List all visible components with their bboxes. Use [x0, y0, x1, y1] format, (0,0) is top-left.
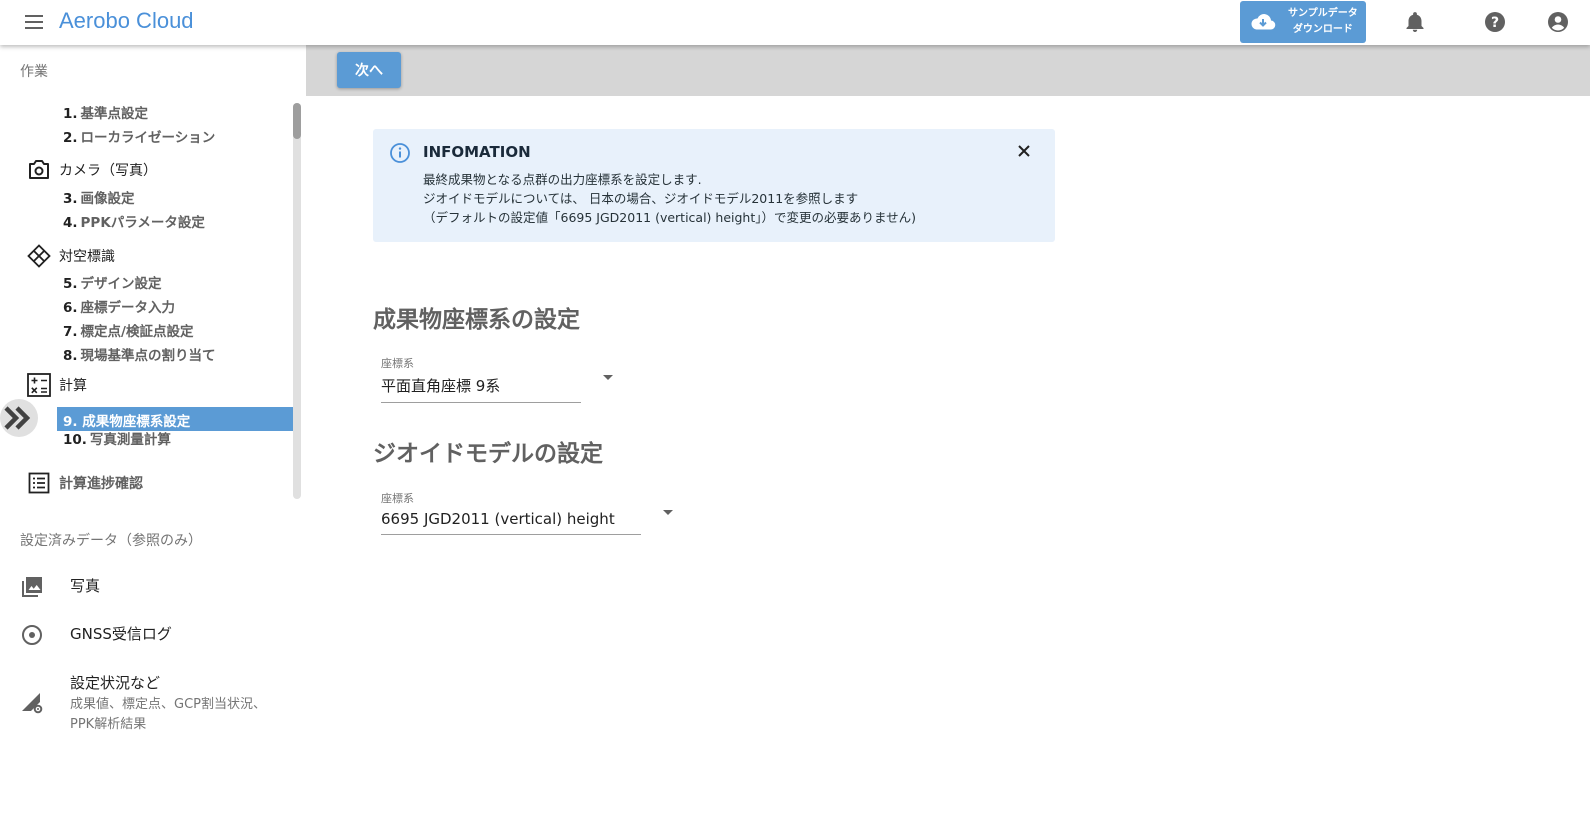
sidebar-scroll-track[interactable]	[293, 103, 301, 499]
sample-data-download-button[interactable]: サンプルデータ ダウンロード	[1240, 1, 1366, 43]
info-line-3: （デフォルトの設定値「6695 JGD2011 (vertical) heigh…	[423, 210, 916, 225]
geoid-field-label: 座標系	[381, 492, 414, 505]
step-design-settings[interactable]: 5. デザイン設定	[63, 272, 162, 292]
dropdown-arrow-icon	[663, 510, 673, 515]
ref-section-label: 設定済みデータ（参照のみ）	[20, 533, 202, 549]
bell-icon[interactable]	[1403, 10, 1427, 34]
group-camera-label: カメラ（写真）	[59, 163, 157, 179]
step-base-point[interactable]: 1. 基準点設定	[63, 102, 148, 122]
download-label-line1: サンプルデータ	[1288, 8, 1358, 19]
step-image-settings[interactable]: 3. 画像設定	[63, 187, 135, 207]
action-toolbar	[306, 45, 1590, 96]
svg-text:?: ?	[1491, 15, 1499, 31]
close-icon[interactable]	[1014, 141, 1034, 161]
info-icon	[390, 143, 410, 163]
ref-item-settings-status[interactable]: 設定状況など 成果値、標定点、GCP割当状況、 PPK解析結果	[20, 672, 266, 735]
calc-progress-label: 計算進捗確認	[59, 476, 143, 492]
calc-progress-link[interactable]: 計算進捗確認	[27, 472, 143, 494]
step-site-base-assign[interactable]: 8. 現場基準点の割り当て	[63, 344, 216, 364]
geoid-model-select[interactable]: 座標系 6695 JGD2011 (vertical) height	[381, 490, 673, 535]
group-camera: カメラ（写真）	[27, 159, 157, 181]
step-gcp-checkpoint[interactable]: 7. 標定点/検証点設定	[63, 320, 193, 340]
geoid-model-value: 6695 JGD2011 (vertical) height	[381, 510, 641, 535]
output-crs-field-label: 座標系	[381, 357, 414, 370]
calculator-icon	[27, 373, 51, 397]
geoid-section-title: ジオイドモデルの設定	[373, 441, 603, 467]
work-section-label: 作業	[20, 64, 48, 80]
step-localization[interactable]: 2. ローカライゼーション	[63, 126, 215, 146]
help-icon[interactable]: ?	[1483, 10, 1507, 34]
info-title: INFOMATION	[423, 143, 531, 161]
output-crs-section-title: 成果物座標系の設定	[373, 307, 580, 333]
sidebar-collapse-button[interactable]	[0, 399, 38, 437]
ref-item-settings-label: 設定状況など	[70, 674, 161, 692]
group-target-label: 対空標識	[59, 249, 115, 265]
ref-item-photos-label: 写真	[70, 577, 101, 595]
ref-item-settings-sub1: 成果値、標定点、GCP割当状況、	[70, 697, 266, 712]
account-icon[interactable]	[1546, 10, 1570, 34]
sidebar-scroll-thumb[interactable]	[293, 103, 301, 139]
output-crs-value: 平面直角座標 9系	[381, 375, 581, 403]
next-button[interactable]: 次へ	[337, 52, 401, 88]
app-header: Aerobo Cloud サンプルデータ ダウンロード ?	[0, 0, 1590, 45]
photo-library-icon	[22, 577, 42, 597]
info-line-1: 最終成果物となる点群の出力座標系を設定します.	[423, 172, 702, 187]
ref-item-gnss-label: GNSS受信ログ	[70, 625, 172, 643]
ref-item-gnss-log[interactable]: GNSS受信ログ	[20, 623, 172, 647]
info-alert: INFOMATION 最終成果物となる点群の出力座標系を設定します. ジオイドモ…	[373, 129, 1055, 242]
download-label-line2: ダウンロード	[1292, 24, 1353, 35]
output-crs-select[interactable]: 座標系 平面直角座標 9系	[381, 355, 613, 403]
step-coordinate-input[interactable]: 6. 座標データ入力	[63, 296, 175, 316]
signal-settings-icon	[22, 693, 43, 714]
radio-target-icon	[22, 625, 42, 645]
list-icon	[28, 472, 50, 494]
group-calc-label: 計算	[59, 378, 87, 394]
step-output-crs[interactable]: 9. 成果物座標系設定	[63, 410, 190, 430]
info-line-2: ジオイドモデルについては、 日本の場合、ジオイドモデル2011を参照します	[423, 191, 859, 206]
sidebar: 作業 1. 基準点設定 2. ローカライゼーション カメラ（写真） 3. 画像設定 4…	[0, 45, 306, 836]
target-marker-icon	[27, 244, 51, 268]
double-chevron-right-icon	[4, 406, 31, 430]
camera-icon	[29, 160, 49, 179]
menu-icon[interactable]	[22, 11, 46, 33]
cloud-download-icon	[1251, 14, 1276, 30]
step-photogrammetry-calc[interactable]: 10. 写真測量計算	[63, 428, 171, 448]
group-calc: 計算	[27, 373, 87, 397]
app-title[interactable]: Aerobo Cloud	[59, 8, 194, 34]
dropdown-arrow-icon	[603, 375, 613, 380]
step-ppk-parameters[interactable]: 4. PPKパラメータ設定	[63, 211, 205, 231]
ref-item-settings-sub2: PPK解析結果	[70, 717, 147, 732]
info-body: 最終成果物となる点群の出力座標系を設定します. ジオイドモデルについては、 日本…	[423, 170, 916, 227]
ref-item-photos[interactable]: 写真	[20, 575, 100, 599]
group-target: 対空標識	[27, 244, 115, 268]
